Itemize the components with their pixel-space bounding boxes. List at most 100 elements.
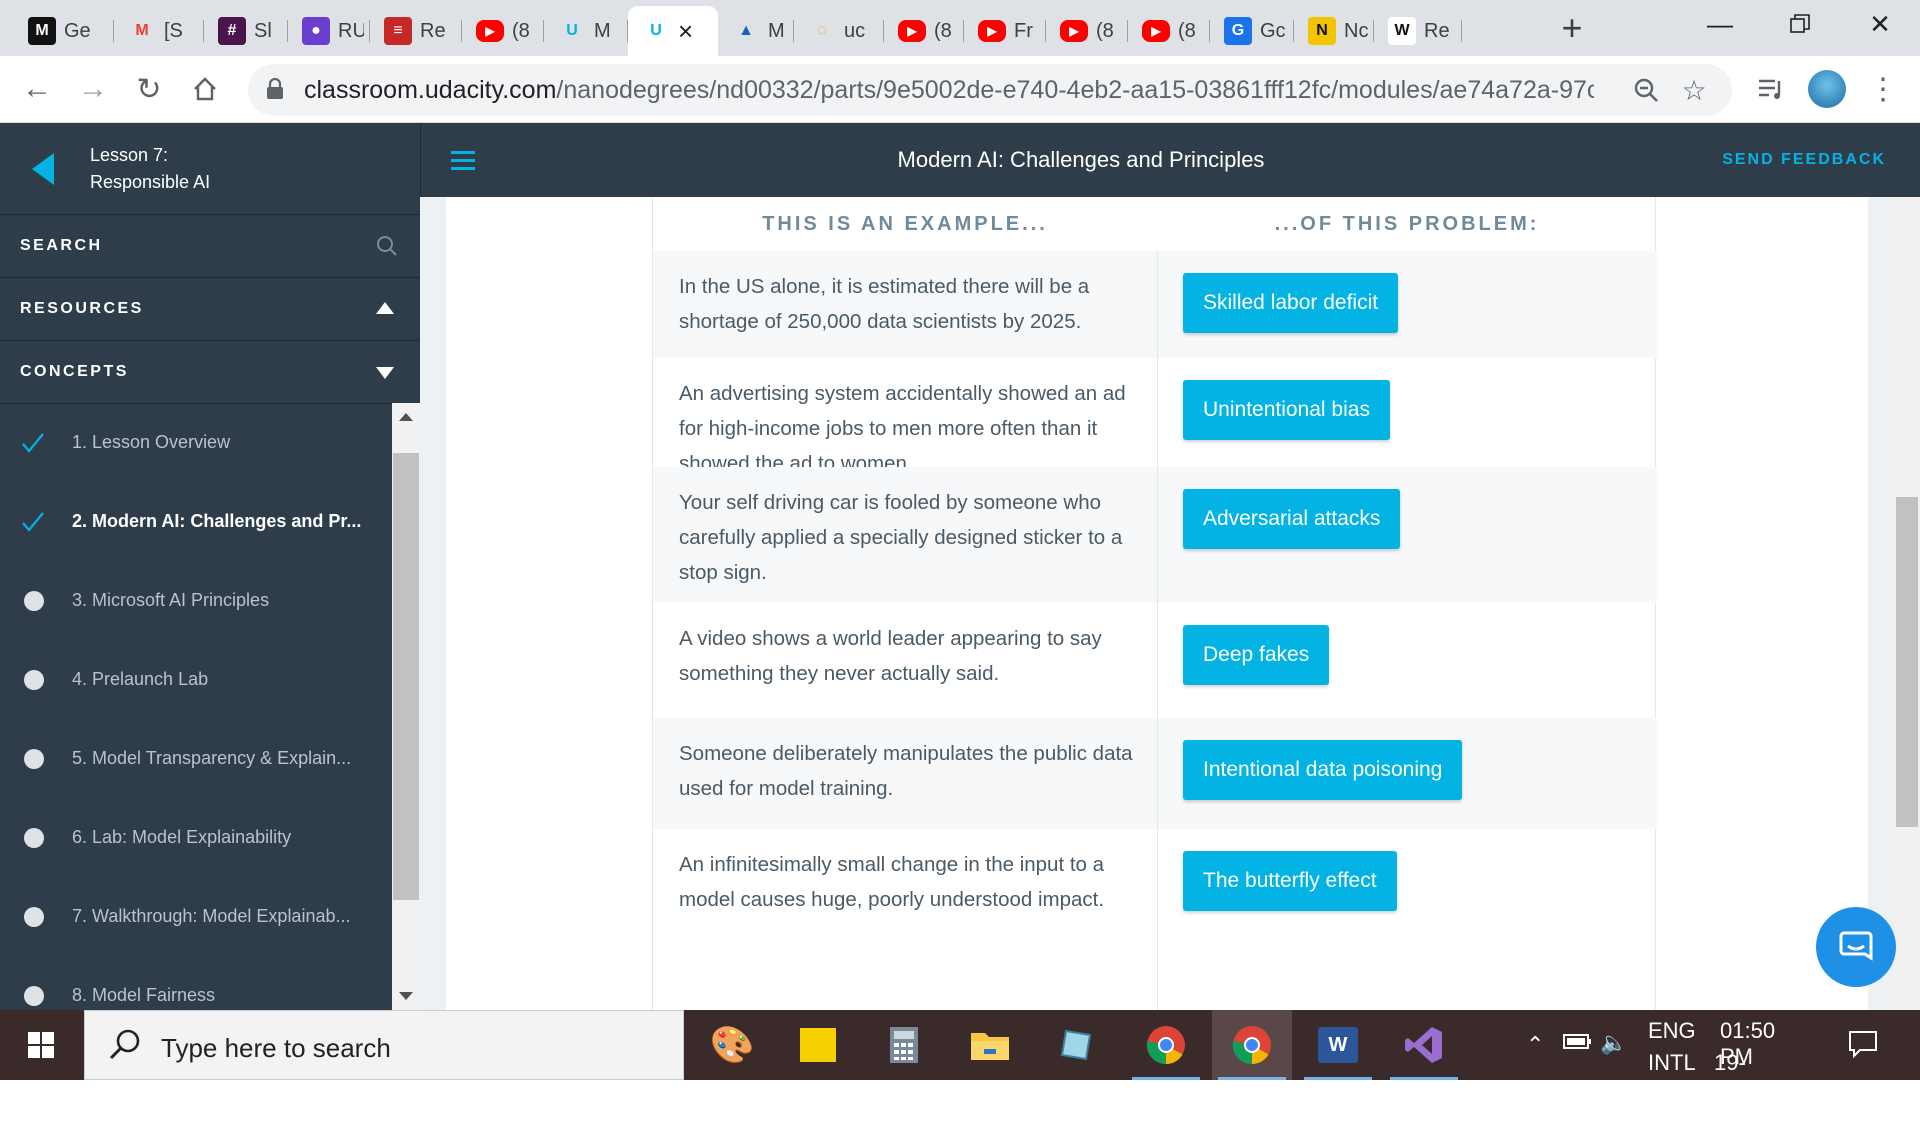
- table-row: A video shows a world leader appearing t…: [653, 603, 1657, 718]
- url-text[interactable]: classroom.udacity.com/nanodegrees/nd0033…: [304, 76, 1594, 105]
- send-feedback-link[interactable]: SEND FEEDBACK: [1722, 151, 1886, 169]
- concept-label: 3. Microsoft AI Principles: [72, 590, 270, 610]
- browser-tab[interactable]: ▶ (8: [1128, 6, 1210, 56]
- concept-item[interactable]: 6. Lab: Model Explainability: [0, 798, 392, 877]
- bookmark-button[interactable]: ☆: [1676, 72, 1712, 108]
- column-divider: [1157, 251, 1158, 358]
- chevron-up-icon[interactable]: ⌃: [1526, 1032, 1544, 1058]
- concept-item[interactable]: 5. Model Transparency & Explain...: [0, 719, 392, 798]
- problem-chip[interactable]: The butterfly effect: [1183, 851, 1397, 911]
- search-icon[interactable]: [376, 235, 398, 257]
- tab-title: Re: [420, 19, 446, 42]
- restore-button[interactable]: [1760, 0, 1840, 48]
- tab-separator: [1461, 20, 1462, 42]
- scroll-up-icon[interactable]: [399, 413, 413, 421]
- browser-tab[interactable]: ▶ (8: [1046, 6, 1128, 56]
- taskbar-chrome[interactable]: [1126, 1010, 1206, 1080]
- problem-chip[interactable]: Deep fakes: [1183, 625, 1330, 685]
- home-button[interactable]: [182, 66, 228, 112]
- taskbar-search-box[interactable]: Type here to search: [84, 1010, 684, 1080]
- playlist-icon: [1759, 79, 1781, 99]
- lang-top[interactable]: ENG: [1648, 1018, 1696, 1044]
- start-button[interactable]: [0, 1010, 82, 1080]
- minimize-button[interactable]: —: [1680, 0, 1760, 48]
- browser-tab[interactable]: N Nc: [1294, 6, 1374, 56]
- notifications-icon[interactable]: [1848, 1030, 1878, 1064]
- concept-item[interactable]: 3. Microsoft AI Principles: [0, 561, 392, 640]
- concept-item[interactable]: 1. Lesson Overview: [0, 403, 392, 482]
- browser-tab[interactable]: # Sl: [204, 6, 288, 56]
- browser-tab[interactable]: ◌ uc: [794, 6, 884, 56]
- back-arrow-icon[interactable]: [32, 153, 54, 185]
- browser-tab[interactable]: ▲ M: [718, 6, 794, 56]
- taskbar-calculator[interactable]: [864, 1010, 944, 1080]
- browser-tab[interactable]: U ×: [628, 6, 718, 56]
- table-row: An advertising system accidentally showe…: [653, 358, 1657, 475]
- udacity-icon: U: [566, 22, 578, 39]
- menu-button[interactable]: ⋮: [1860, 66, 1906, 112]
- folder-icon: [971, 1033, 1009, 1060]
- media-control-button[interactable]: [1748, 66, 1794, 112]
- browser-tab[interactable]: UM: [544, 6, 628, 56]
- concepts-label: CONCEPTS: [20, 363, 129, 380]
- new-tab-button[interactable]: +: [1552, 7, 1592, 48]
- taskbar-paint[interactable]: 🎨: [692, 1010, 772, 1080]
- close-window-button[interactable]: ✕: [1840, 0, 1920, 48]
- concept-label: 2. Modern AI: Challenges and Pr...: [72, 511, 362, 531]
- taskbar-app-explorer[interactable]: [1036, 1010, 1116, 1080]
- sidebar-concepts[interactable]: CONCEPTS: [0, 341, 420, 404]
- browser-tab[interactable]: G Gc: [1210, 6, 1294, 56]
- lang-bottom[interactable]: INTL: [1648, 1050, 1696, 1076]
- concept-item[interactable]: 4. Prelaunch Lab: [0, 640, 392, 719]
- problem-chip[interactable]: Skilled labor deficit: [1183, 273, 1399, 333]
- taskbar-file-explorer[interactable]: [950, 1010, 1030, 1080]
- browser-tab[interactable]: ● RU: [288, 6, 370, 56]
- sidebar-scroll-thumb[interactable]: [393, 453, 419, 900]
- browser-tab[interactable]: M [S: [114, 6, 204, 56]
- address-bar[interactable]: classroom.udacity.com/nanodegrees/nd0033…: [248, 64, 1732, 116]
- chat-button[interactable]: [1816, 907, 1896, 987]
- problem-chip[interactable]: Intentional data poisoning: [1183, 740, 1463, 800]
- taskbar-sticky-notes[interactable]: [778, 1010, 858, 1080]
- battery-icon[interactable]: [1562, 1028, 1594, 1060]
- taskbar-chrome-active[interactable]: [1212, 1010, 1292, 1080]
- problem-chip[interactable]: Unintentional bias: [1183, 380, 1390, 440]
- example-text: Your self driving car is fooled by someo…: [679, 491, 1123, 584]
- problem-chip[interactable]: Adversarial attacks: [1183, 489, 1401, 549]
- forward-button[interactable]: →: [70, 66, 116, 112]
- scroll-down-icon[interactable]: [399, 992, 413, 1000]
- clock-date[interactable]: 19-08-2020: [1714, 1050, 1763, 1128]
- concept-item[interactable]: 8. Model Fairness: [0, 956, 392, 1010]
- browser-tab[interactable]: W Re: [1374, 6, 1462, 56]
- reload-icon: ↻: [136, 72, 162, 106]
- taskbar-word[interactable]: W: [1298, 1010, 1378, 1080]
- sidebar-search[interactable]: SEARCH: [0, 215, 420, 278]
- page-scroll-thumb[interactable]: [1896, 497, 1918, 827]
- close-tab-icon[interactable]: ×: [678, 16, 693, 47]
- zoom-button[interactable]: [1628, 72, 1664, 108]
- lesson-number: Lesson 7:: [90, 145, 169, 165]
- example-text: An advertising system accidentally showe…: [679, 382, 1126, 475]
- search-label: SEARCH: [20, 237, 103, 254]
- volume-icon[interactable]: 🔈: [1600, 1030, 1627, 1056]
- sidebar-scrollbar[interactable]: [392, 403, 420, 1010]
- concept-item[interactable]: 7. Walkthrough: Model Explainab...: [0, 877, 392, 956]
- sidebar-resources[interactable]: RESOURCES: [0, 278, 420, 341]
- chat-bubble-icon: [1839, 931, 1873, 961]
- browser-tab[interactable]: M Ge: [14, 6, 114, 56]
- browser-tab[interactable]: ▶ (8: [462, 6, 544, 56]
- reload-button[interactable]: ↻: [126, 66, 172, 112]
- youtube-icon: ▶: [978, 20, 1006, 42]
- page-scrollbar[interactable]: [1894, 197, 1920, 1010]
- tab-title: Ge: [64, 19, 91, 42]
- browser-tab[interactable]: ≡ Re: [370, 6, 462, 56]
- back-button[interactable]: ←: [14, 66, 60, 112]
- profile-avatar[interactable]: [1804, 66, 1850, 112]
- tab-title: Re: [1424, 19, 1450, 42]
- lesson-header[interactable]: Lesson 7: Responsible AI: [0, 123, 420, 215]
- taskbar-visual-studio[interactable]: [1384, 1010, 1464, 1080]
- concept-item[interactable]: 2. Modern AI: Challenges and Pr...: [0, 482, 392, 561]
- browser-tab[interactable]: ▶ (8: [884, 6, 964, 56]
- browser-tab[interactable]: ▶ Fr: [964, 6, 1046, 56]
- column-header-problem: ...OF THIS PROBLEM:: [1274, 212, 1540, 235]
